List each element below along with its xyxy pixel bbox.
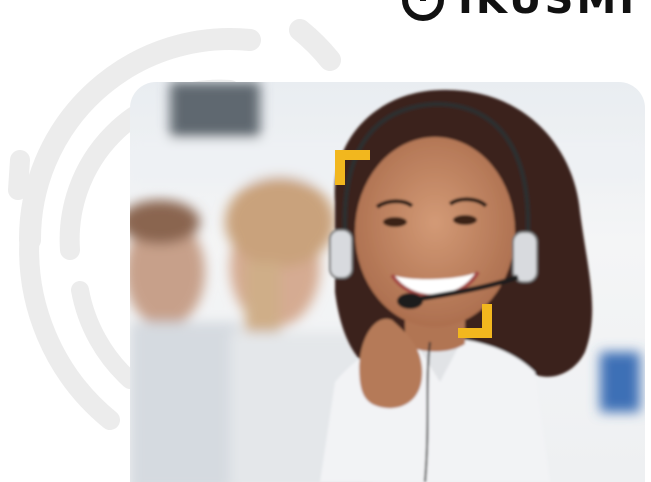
circular-logo-mark-icon xyxy=(402,0,444,21)
call-center-agent-photo xyxy=(130,82,645,482)
brand-logo[interactable]: IKUSMI xyxy=(400,0,637,24)
brand-name: IKUSMI xyxy=(458,0,638,23)
hero-image xyxy=(130,82,645,482)
